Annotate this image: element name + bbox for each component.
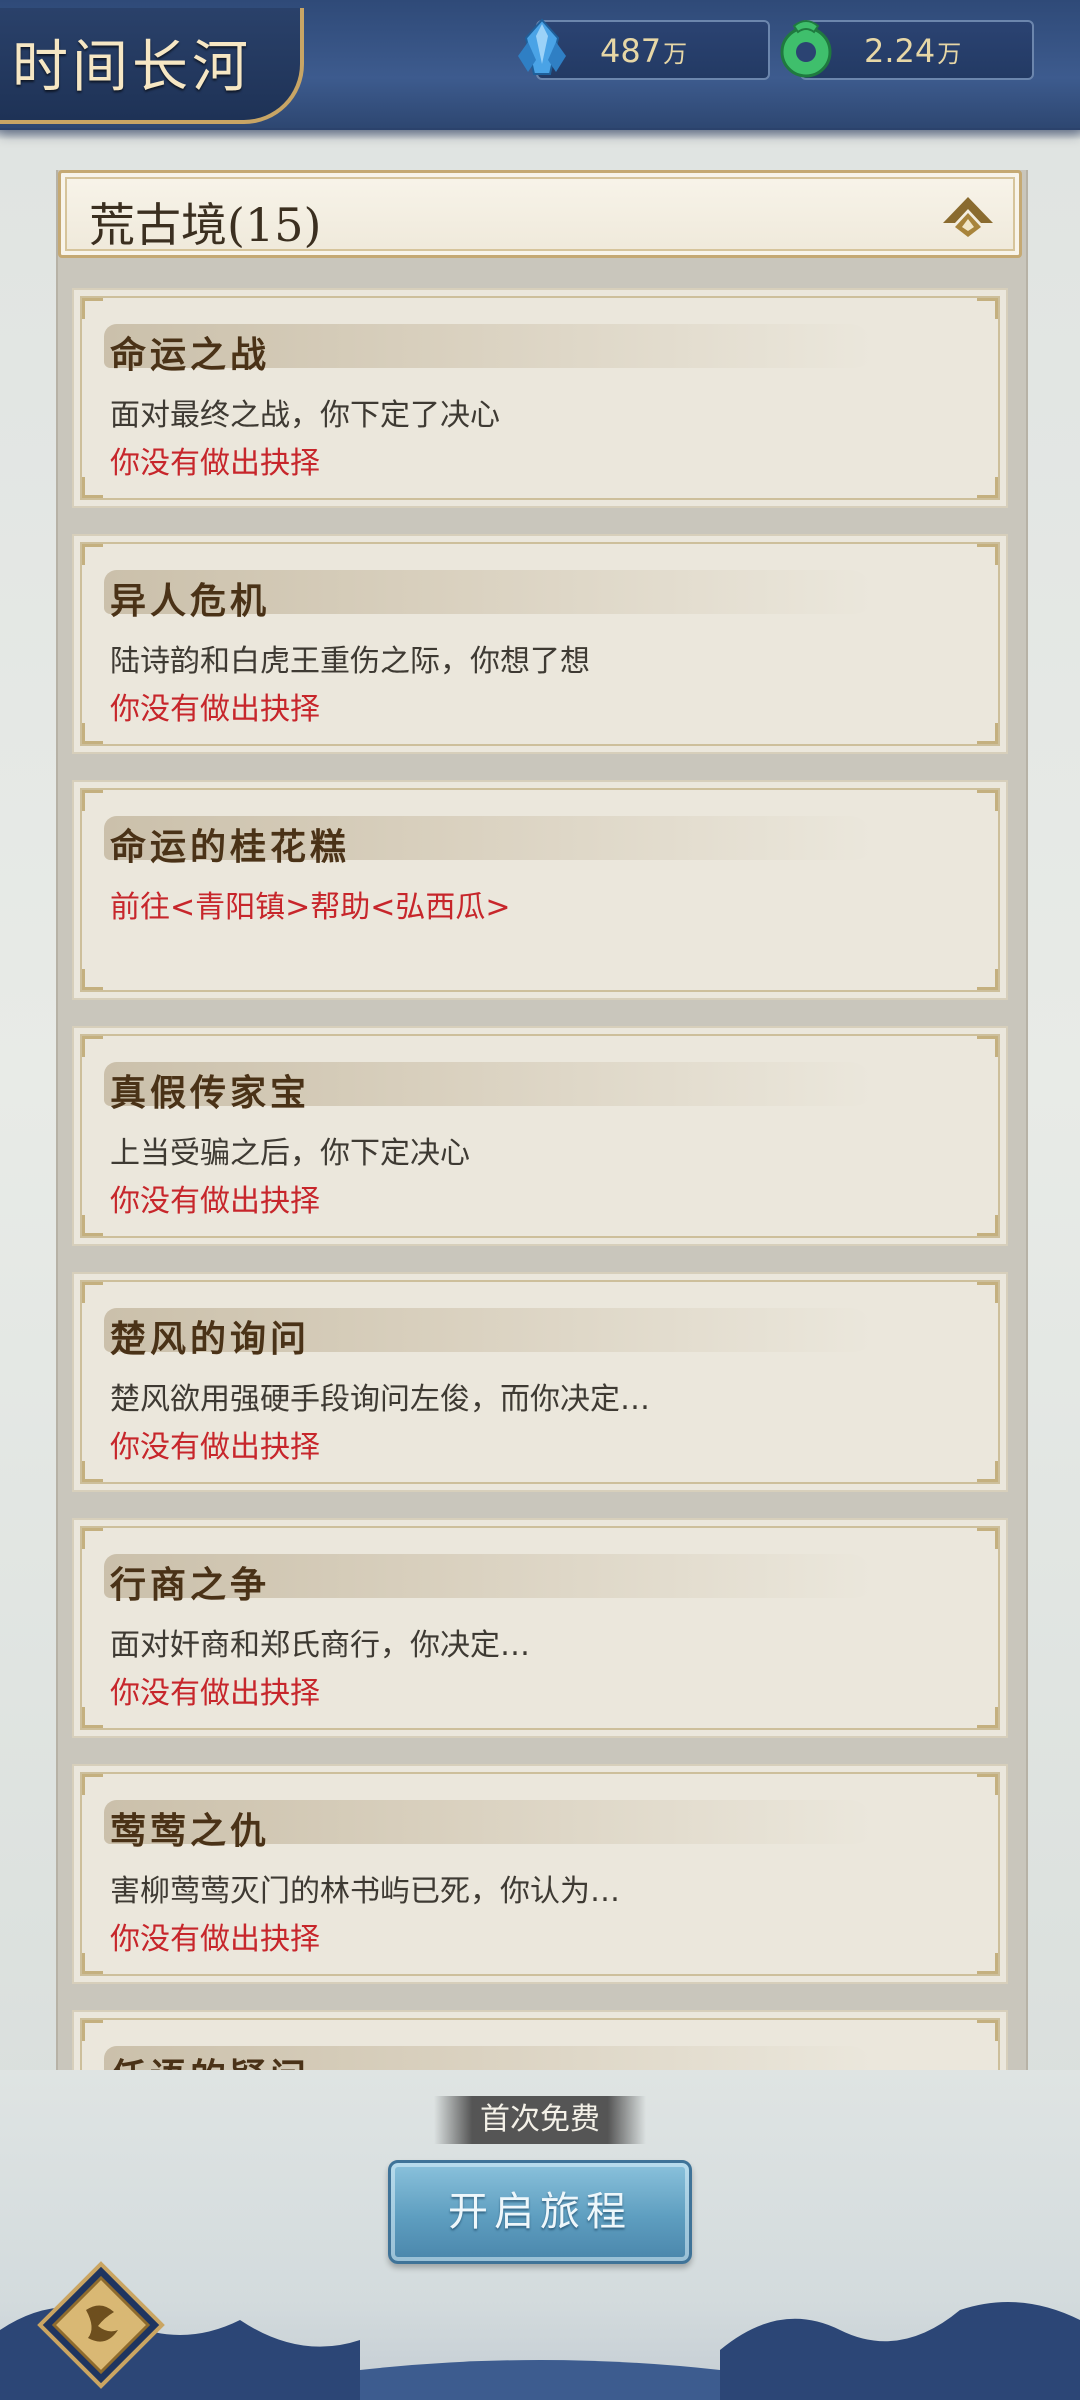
card-corner <box>82 969 103 990</box>
card-corner <box>82 1036 103 1057</box>
card-corner <box>82 790 103 811</box>
first-free-label: 首次免费 <box>434 2096 646 2144</box>
jade-coin-icon <box>780 20 832 78</box>
start-journey-button[interactable]: 开启旅程 <box>388 2160 692 2264</box>
event-status: 你没有做出抉择 <box>110 1676 320 1711</box>
currency-jade[interactable]: 2.24万 <box>780 20 1034 80</box>
event-title: 异人危机 <box>110 580 271 622</box>
event-quest-hint: 前往<青阳镇>帮助<弘西瓜> <box>110 890 511 925</box>
card-corner <box>82 544 103 565</box>
event-status: 你没有做出抉择 <box>110 446 320 481</box>
event-description: 上当受骗之后，你下定决心 <box>110 1136 470 1171</box>
card-corner <box>977 544 998 565</box>
diamond-menu-icon[interactable] <box>36 2260 166 2390</box>
event-description: 面对奸商和郑氏商行，你决定… <box>110 1628 530 1663</box>
card-corner <box>977 1953 998 1974</box>
event-card[interactable]: 楚风的询问 楚风欲用强硬手段询问左俊，而你决定… 你没有做出抉择 <box>72 1272 1008 1492</box>
crystal-amount: 487万 <box>600 32 688 70</box>
card-corner <box>82 723 103 744</box>
card-corner <box>82 1953 103 1974</box>
event-title: 莺莺之仇 <box>110 1810 271 1852</box>
event-description: 害柳莺莺灭门的林书屿已死，你认为… <box>110 1874 620 1909</box>
card-corner <box>977 1774 998 1795</box>
event-list-panel[interactable]: 荒古境(15) 命运之战 面对最终之战，你下定了决心 你没有做出抉择 异人危机 … <box>56 170 1028 2070</box>
event-cards: 命运之战 面对最终之战，你下定了决心 你没有做出抉择 异人危机 陆诗韵和白虎王重… <box>72 288 1008 2070</box>
event-card[interactable]: 命运的桂花糕 前往<青阳镇>帮助<弘西瓜> <box>72 780 1008 1000</box>
event-title: 命运的桂花糕 <box>110 826 351 868</box>
card-corner <box>977 1461 998 1482</box>
event-card[interactable]: 真假传家宝 上当受骗之后，你下定决心 你没有做出抉择 <box>72 1026 1008 1246</box>
event-card[interactable]: 命运之战 面对最终之战，你下定了决心 你没有做出抉择 <box>72 288 1008 508</box>
card-corner <box>82 2020 103 2041</box>
event-title: 命运之战 <box>110 334 271 376</box>
event-card[interactable]: 异人危机 陆诗韵和白虎王重伤之际，你想了想 你没有做出抉择 <box>72 534 1008 754</box>
card-corner <box>977 2020 998 2041</box>
card-corner <box>82 298 103 319</box>
card-corner <box>977 723 998 744</box>
card-corner <box>82 1282 103 1303</box>
chevron-up-icon[interactable] <box>941 193 995 241</box>
card-corner <box>82 1528 103 1549</box>
card-corner <box>977 1528 998 1549</box>
event-description: 楚风欲用强硬手段询问左俊，而你决定… <box>110 1382 650 1417</box>
event-card[interactable]: 莺莺之仇 害柳莺莺灭门的林书屿已死，你认为… 你没有做出抉择 <box>72 1764 1008 1984</box>
blue-crystal-icon <box>518 18 566 75</box>
event-title: 行商之争 <box>110 1564 271 1606</box>
card-corner <box>977 298 998 319</box>
event-card[interactable]: 任语的疑问 <box>72 2010 1008 2070</box>
event-description: 陆诗韵和白虎王重伤之际，你想了想 <box>110 644 590 679</box>
card-corner <box>977 1282 998 1303</box>
card-corner <box>82 1215 103 1236</box>
event-title: 楚风的询问 <box>110 1318 311 1360</box>
event-description: 面对最终之战，你下定了决心 <box>110 398 500 433</box>
jade-amount: 2.24万 <box>864 32 962 70</box>
currency-crystal[interactable]: 487万 <box>518 18 770 80</box>
event-status: 你没有做出抉择 <box>110 1430 320 1465</box>
event-status: 你没有做出抉择 <box>110 1922 320 1957</box>
card-corner <box>82 1707 103 1728</box>
card-corner <box>977 790 998 811</box>
card-corner <box>82 477 103 498</box>
top-bar: 时间长河 487万 2.24万 <box>0 0 1080 140</box>
section-header[interactable]: 荒古境(15) <box>58 170 1022 258</box>
page-title: 时间长河 <box>12 35 252 100</box>
event-status: 你没有做出抉择 <box>110 1184 320 1219</box>
event-card[interactable]: 行商之争 面对奸商和郑氏商行，你决定… 你没有做出抉择 <box>72 1518 1008 1738</box>
card-corner <box>977 969 998 990</box>
card-corner <box>977 1707 998 1728</box>
card-corner <box>82 1461 103 1482</box>
event-title: 任语的疑问 <box>110 2048 310 2070</box>
card-corner <box>977 1036 998 1057</box>
event-status: 你没有做出抉择 <box>110 692 320 727</box>
event-title: 真假传家宝 <box>110 1072 311 1114</box>
section-title: 荒古境(15) <box>89 198 322 252</box>
card-corner <box>977 477 998 498</box>
card-corner <box>82 1774 103 1795</box>
card-corner <box>977 1215 998 1236</box>
